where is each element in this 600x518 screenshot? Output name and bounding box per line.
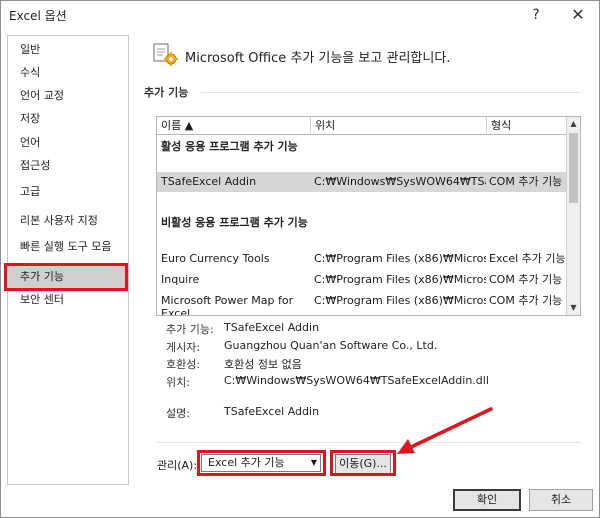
scroll-up-icon[interactable]: ▲	[567, 117, 580, 131]
list-scrollbar[interactable]: ▲ ▼	[566, 117, 580, 315]
publisher-label: 게시자:	[166, 341, 201, 354]
item-name: Microsoft Power Map for Excel	[161, 294, 294, 316]
description-value: TSafeExcel Addin	[224, 405, 320, 418]
column-name-header[interactable]: 이름 ▲	[157, 117, 311, 135]
item-location: C:₩Program Files (x86)₩Microsoft	[314, 252, 486, 265]
item-type: COM 추가 기능	[489, 175, 563, 188]
scroll-thumb[interactable]	[569, 133, 578, 203]
sidebar-item-proofing[interactable]: 언어 교정	[8, 85, 128, 107]
item-name: TSafeExcel Addin	[161, 175, 257, 188]
manage-label: 관리(A):	[157, 459, 198, 472]
go-highlight-box	[330, 450, 396, 476]
help-button[interactable]: ?	[523, 4, 549, 26]
group-active-title: 활성 응용 프로그램 추가 기능	[161, 140, 298, 153]
addins-gear-icon	[153, 43, 179, 67]
list-item[interactable]: Inquire C:₩Program Files (x86)₩Microsoft…	[157, 270, 567, 290]
addins-section-title: 추가 기능	[144, 86, 189, 99]
sidebar-item-accessibility[interactable]: 접근성	[8, 155, 128, 177]
item-type: Excel 추가 기능	[489, 252, 566, 265]
sidebar-item-trust-center[interactable]: 보안 센터	[8, 289, 128, 311]
location-value: C:₩Windows₩SysWOW64₩TSafeExcelAddin.dll	[224, 374, 489, 387]
addins-highlight-box	[4, 263, 128, 291]
item-type: COM 추가 기능	[489, 294, 563, 307]
publisher-value: Guangzhou Quan'an Software Co., Ltd.	[224, 339, 438, 352]
sidebar-item-advanced[interactable]: 고급	[8, 181, 128, 203]
options-sidebar: 일반 수식 언어 교정 저장 언어 접근성 고급 리본 사용자 지정 빠른 실행…	[7, 35, 129, 485]
group-inactive-title: 비활성 응용 프로그램 추가 기능	[161, 216, 308, 229]
list-item[interactable]: TSafeExcel Addin C:₩Windows₩SysWOW64₩TSa…	[157, 172, 567, 192]
sidebar-item-quick-access-toolbar[interactable]: 빠른 실행 도구 모음	[8, 236, 128, 258]
column-type-header[interactable]: 형식	[487, 117, 567, 135]
dialog-title: Excel 옵션	[9, 9, 67, 23]
sidebar-item-general[interactable]: 일반	[8, 39, 128, 61]
section-divider	[201, 92, 581, 93]
addins-list[interactable]: 이름 ▲ 위치 형식 활성 응용 프로그램 추가 기능 TSafeExcel A…	[156, 116, 581, 316]
list-item[interactable]: Euro Currency Tools C:₩Program Files (x8…	[157, 249, 567, 269]
item-location: C:₩Windows₩SysWOW64₩TSafeE	[314, 175, 486, 188]
description-label: 설명:	[166, 407, 190, 420]
location-label: 위치:	[166, 376, 190, 389]
addin-value: TSafeExcel Addin	[224, 321, 320, 334]
cancel-button[interactable]: 취소	[529, 489, 593, 511]
sidebar-item-customize-ribbon[interactable]: 리본 사용자 지정	[8, 210, 128, 232]
header-text: Microsoft Office 추가 기능을 보고 관리합니다.	[185, 51, 451, 66]
list-body: 활성 응용 프로그램 추가 기능 TSafeExcel Addin C:₩Win…	[157, 135, 567, 315]
ok-button[interactable]: 확인	[453, 489, 521, 511]
column-location-header[interactable]: 위치	[311, 117, 487, 135]
scroll-down-icon[interactable]: ▼	[567, 301, 580, 315]
sidebar-item-language[interactable]: 언어	[8, 132, 128, 154]
item-type: COM 추가 기능	[489, 273, 563, 286]
excel-options-dialog: Excel 옵션 ? ✕ 일반 수식 언어 교정 저장 언어 접근성 고급 리본…	[0, 0, 600, 518]
sidebar-item-formulas[interactable]: 수식	[8, 62, 128, 84]
addin-label: 추가 기능:	[166, 323, 214, 336]
list-header: 이름 ▲ 위치 형식	[157, 117, 567, 135]
manage-highlight-box	[197, 450, 326, 476]
close-button[interactable]: ✕	[565, 4, 591, 26]
item-name: Euro Currency Tools	[161, 252, 270, 265]
bottom-divider	[156, 442, 581, 443]
sidebar-item-save[interactable]: 저장	[8, 108, 128, 130]
item-location: C:₩Program Files (x86)₩Microsoft	[314, 294, 486, 307]
item-name: Inquire	[161, 273, 200, 286]
compat-label: 호환성:	[166, 358, 201, 371]
item-location: C:₩Program Files (x86)₩Microsoft	[314, 273, 486, 286]
compat-value: 호환성 정보 없음	[224, 358, 302, 371]
title-bar: Excel 옵션 ? ✕	[1, 1, 599, 29]
list-item[interactable]: Microsoft Power Map for Excel C:₩Program…	[157, 291, 567, 316]
